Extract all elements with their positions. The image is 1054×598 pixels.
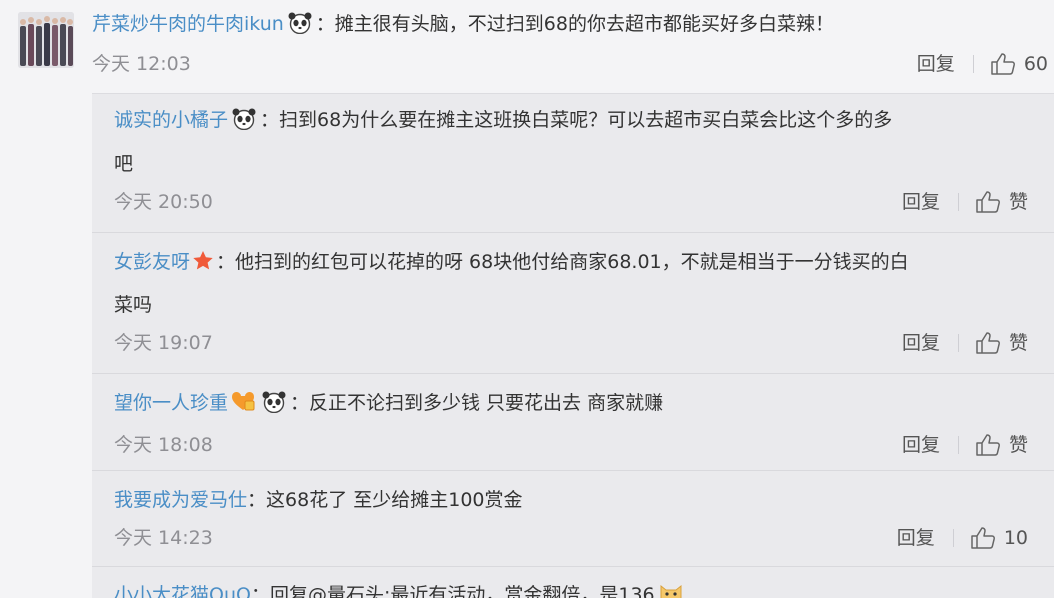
like-button[interactable]: 10 xyxy=(970,520,1028,556)
main-comment: 芹菜炒牛肉的牛肉ikun ：摊主很有头脑，不过扫到68的你去超市都能买好多白菜辣！… xyxy=(0,0,1054,90)
star-icon xyxy=(192,245,214,285)
like-label: 赞 xyxy=(1008,191,1028,213)
divider xyxy=(92,470,1054,471)
main-comment-line: 芹菜炒牛肉的牛肉ikun ：摊主很有头脑，不过扫到68的你去超市都能买好多白菜辣！ xyxy=(92,8,1024,44)
reply-item: 女彭友呀 ：他扫到的红包可以花掉的呀 68块他付给商家68.01，不就是相当于一分… xyxy=(114,242,1028,361)
reply-text: 小小大花猫QuQ：回复@量石头:最近有活动，赏金翻倍，是136 xyxy=(114,575,1028,598)
reply-username[interactable]: 我要成为爱马仕 xyxy=(114,489,247,511)
like-button[interactable]: 60 xyxy=(990,48,1048,80)
reply-username[interactable]: 诚实的小橘子 xyxy=(114,109,228,131)
reply-button[interactable]: 回复 xyxy=(902,427,940,463)
reply-button[interactable]: 回复 xyxy=(917,48,955,80)
reply-item: 我要成为爱马仕：这68花了 至少给摊主100赏金 今天 14:23 回复 10 xyxy=(114,480,1028,556)
like-count: 10 xyxy=(1003,527,1028,549)
panda-icon xyxy=(231,104,257,144)
reply-username[interactable]: 女彭友呀 xyxy=(114,251,190,273)
reply-content: ：扫到68为什么要在摊主这班换白菜呢？可以去超市买白菜会比这个多的多 xyxy=(260,109,893,131)
reply-button[interactable]: 回复 xyxy=(897,520,935,556)
reply-time: 今天 19:07 xyxy=(114,332,213,354)
divider xyxy=(957,436,959,454)
divider xyxy=(952,529,954,547)
reply-time: 今天 14:23 xyxy=(114,527,213,549)
reply-text: 我要成为爱马仕：这68花了 至少给摊主100赏金 xyxy=(114,480,1028,520)
divider xyxy=(92,232,1054,233)
reply-text: 诚实的小橘子 ：扫到68为什么要在摊主这班换白菜呢？可以去超市买白菜会比这个多的多… xyxy=(114,100,1028,184)
reply-time: 今天 20:50 xyxy=(114,191,213,213)
divider xyxy=(957,334,959,352)
like-button[interactable]: 赞 xyxy=(975,427,1028,463)
divider xyxy=(92,566,1054,567)
reply-content: ：反正不论扫到多少钱 只要花出去 商家就赚 xyxy=(290,392,664,414)
panda-icon xyxy=(261,387,287,427)
reply-actions: 回复 赞 xyxy=(902,325,1028,361)
thumbs-up-icon xyxy=(991,53,1015,75)
reply-meta: 今天 20:50 回复 赞 xyxy=(114,184,1028,220)
main-comment-text: ：摊主很有头脑，不过扫到68的你去超市都能买好多白菜辣！ xyxy=(315,13,834,35)
reply-username[interactable]: 望你一人珍重 xyxy=(114,392,228,414)
divider xyxy=(972,55,974,73)
reply-button[interactable]: 回复 xyxy=(902,184,940,220)
thumbs-up-icon xyxy=(976,332,1000,354)
reply-content-cont: 吧 xyxy=(114,153,134,175)
thumbs-up-icon xyxy=(971,527,995,549)
reply-text: 女彭友呀 ：他扫到的红包可以花掉的呀 68块他付给商家68.01，不就是相当于一分… xyxy=(114,242,1028,325)
reply-item: 诚实的小橘子 ：扫到68为什么要在摊主这班换白菜呢？可以去超市买白菜会比这个多的多… xyxy=(114,100,1028,220)
reply-meta: 今天 18:08 回复 赞 xyxy=(114,427,1028,463)
reply-actions: 回复 赞 xyxy=(902,184,1028,220)
main-username[interactable]: 芹菜炒牛肉的牛肉ikun xyxy=(92,13,284,35)
reply-meta: 今天 14:23 回复 10 xyxy=(114,520,1028,556)
panda-icon xyxy=(287,12,313,44)
cat-emoji-icon xyxy=(657,578,685,598)
reply-content: ：回复@量石头:最近有活动，赏金翻倍，是136 xyxy=(250,584,655,598)
badge-icon xyxy=(230,386,256,426)
like-count: 60 xyxy=(1023,53,1048,75)
thumbs-up-icon xyxy=(976,434,1000,456)
reply-actions: 回复 赞 xyxy=(902,427,1028,463)
reply-actions: 回复 10 xyxy=(897,520,1028,556)
reply-content: ：他扫到的红包可以花掉的呀 68块他付给商家68.01，不就是相当于一分钱买的白 xyxy=(216,251,909,273)
comment-time: 今天 12:03 xyxy=(92,53,191,75)
like-label: 赞 xyxy=(1008,434,1028,456)
reply-item: 望你一人珍重 ：反正不论扫到多少钱 只要花出去 商家就赚 今天 18:08 回复 … xyxy=(114,383,1028,463)
thumbs-up-icon xyxy=(976,191,1000,213)
reply-content: ：这68花了 至少给摊主100赏金 xyxy=(247,489,523,511)
reply-time: 今天 18:08 xyxy=(114,434,213,456)
reply-content-cont: 菜吗 xyxy=(114,294,153,316)
comment-actions: 回复 60 xyxy=(917,48,1048,80)
reply-meta: 今天 19:07 回复 赞 xyxy=(114,325,1028,361)
divider xyxy=(92,373,1054,374)
like-label: 赞 xyxy=(1008,332,1028,354)
reply-button[interactable]: 回复 xyxy=(902,325,940,361)
main-comment-meta: 今天 12:03 回复 60 xyxy=(92,48,1054,80)
reply-text: 望你一人珍重 ：反正不论扫到多少钱 只要花出去 商家就赚 xyxy=(114,383,1028,427)
reply-item: 小小大花猫QuQ：回复@量石头:最近有活动，赏金翻倍，是136 xyxy=(114,575,1028,598)
like-button[interactable]: 赞 xyxy=(975,325,1028,361)
reply-list: 诚实的小橘子 ：扫到68为什么要在摊主这班换白菜呢？可以去超市买白菜会比这个多的多… xyxy=(92,93,1054,598)
like-button[interactable]: 赞 xyxy=(975,184,1028,220)
avatar[interactable] xyxy=(18,12,74,68)
group-photo-avatar-image xyxy=(18,12,74,68)
reply-username[interactable]: 小小大花猫QuQ xyxy=(114,584,251,598)
divider xyxy=(957,193,959,211)
